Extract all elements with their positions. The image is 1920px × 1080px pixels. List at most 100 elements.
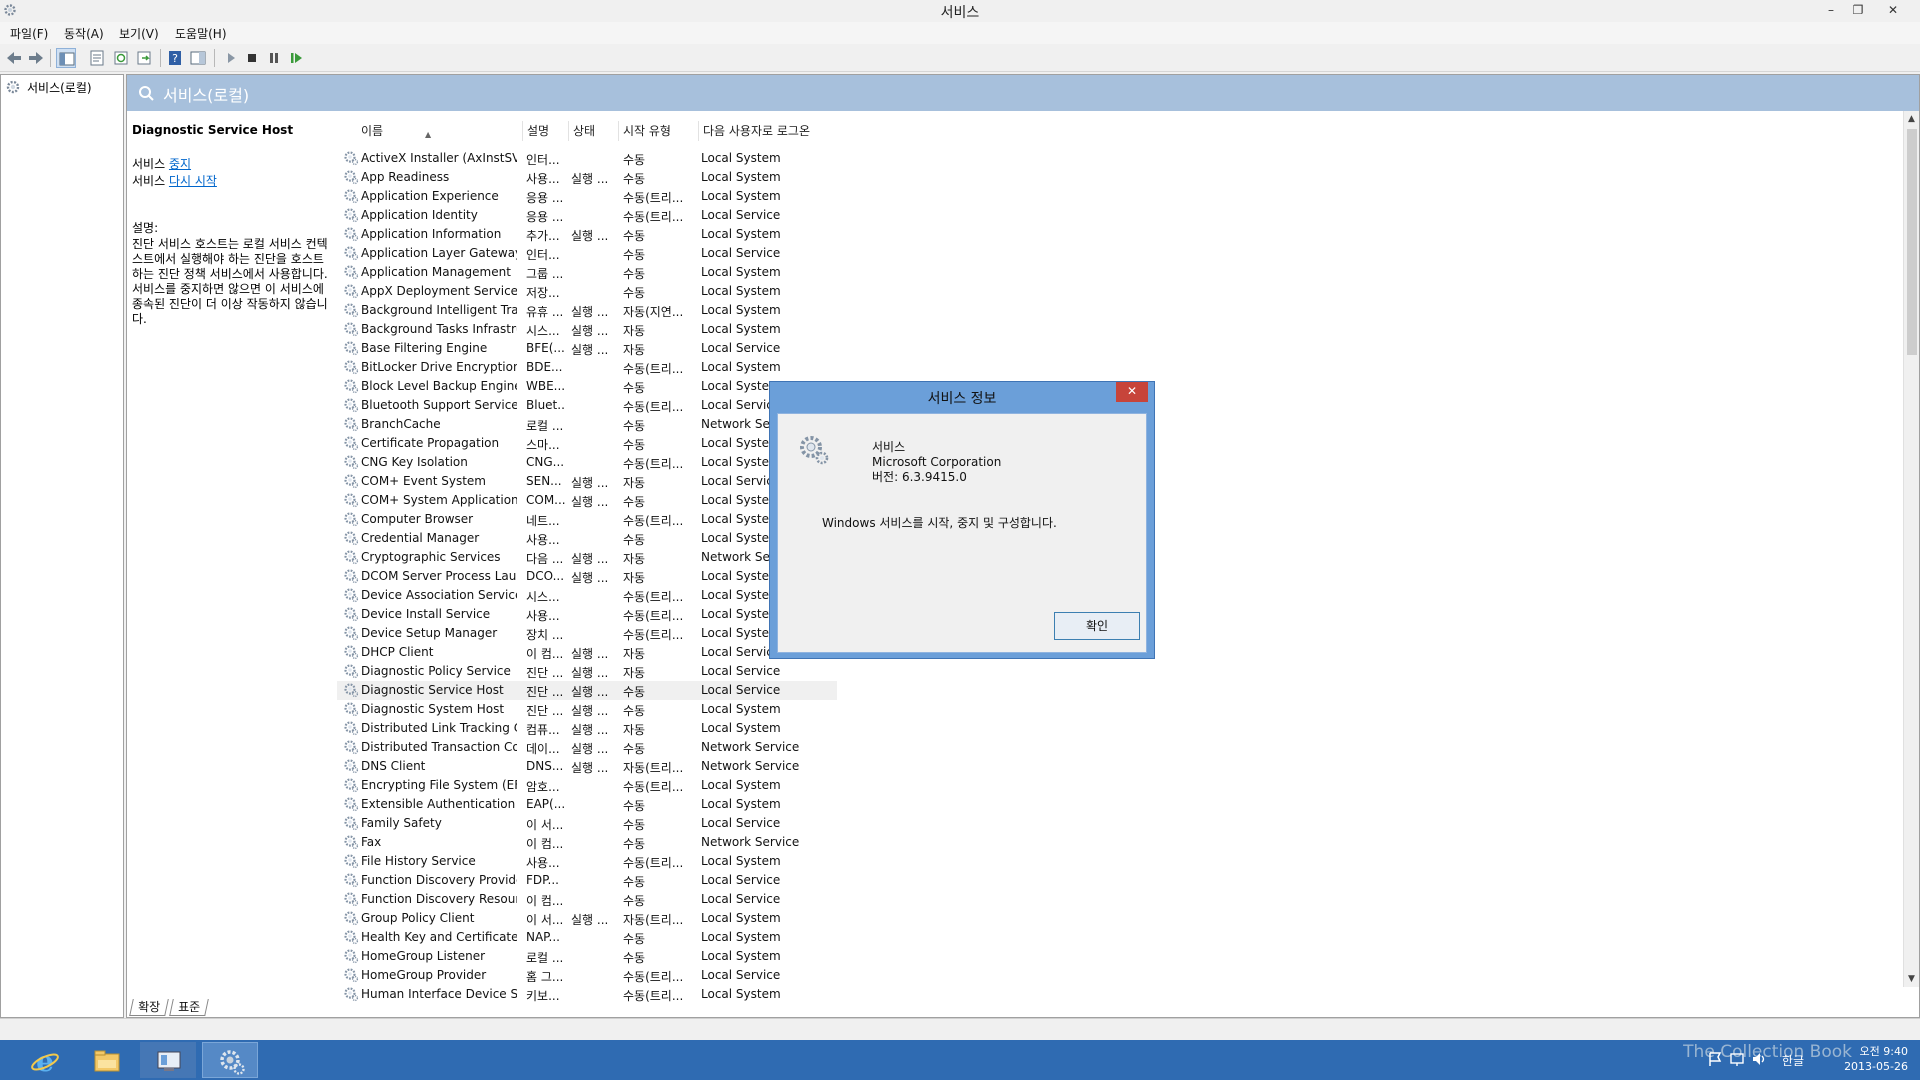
table-row[interactable]: Application Layer Gateway ... 인터... 수동 Loca… bbox=[337, 244, 837, 263]
table-row[interactable]: Bluetooth Support Service Bluet... 수동(트리..… bbox=[337, 396, 837, 415]
table-row[interactable]: ActiveX Installer (AxInstSV) 인터... 수동 Local… bbox=[337, 149, 837, 168]
table-row[interactable]: BranchCache 로컬 ... 수동 Network Service bbox=[337, 415, 837, 434]
table-row[interactable]: HomeGroup Provider 홈 그... 수동(트리... Local Se… bbox=[337, 966, 837, 985]
column-header-startup-type[interactable]: 시작 유형 bbox=[619, 121, 699, 141]
service-gear-icon bbox=[344, 493, 359, 508]
table-row[interactable]: App Readiness 사용... 실행 ... 수동 Local System bbox=[337, 168, 837, 187]
scroll-up-arrow-icon[interactable]: ▲ bbox=[1904, 111, 1919, 127]
service-startup-cell: 자동 bbox=[623, 476, 646, 490]
scroll-down-arrow-icon[interactable]: ▼ bbox=[1904, 971, 1919, 987]
dialog-close-button[interactable]: ✕ bbox=[1116, 382, 1148, 402]
scrollbar-thumb[interactable] bbox=[1907, 129, 1917, 355]
table-row[interactable]: Function Discovery Resour... 이 컴... 수동 Loca… bbox=[337, 890, 837, 909]
table-row[interactable]: Credential Manager 사용... 수동 Local System bbox=[337, 529, 837, 548]
taskbar-file-explorer[interactable] bbox=[78, 1042, 134, 1078]
table-row[interactable]: Block Level Backup Engine ...WBE...수동Loc… bbox=[337, 377, 837, 396]
restart-service-link[interactable]: 다시 시작 bbox=[169, 174, 217, 188]
ime-indicator[interactable]: 한글 bbox=[1782, 1052, 1804, 1069]
table-row[interactable]: File History Service 사용... 수동(트리... Local S… bbox=[337, 852, 837, 871]
table-row[interactable]: COM+ Event System SEN... 실행 ... 자동 Local Ser… bbox=[337, 472, 837, 491]
table-row[interactable]: Application Identity 응용 ... 수동(트리... Local … bbox=[337, 206, 837, 225]
table-row[interactable]: Application Information 추가... 실행 ... 수동 Loca… bbox=[337, 225, 837, 244]
dialog-title-bar[interactable]: 서비스 정보 ✕ bbox=[770, 382, 1154, 412]
ok-button[interactable]: 확인 bbox=[1054, 612, 1140, 640]
tray-flag-icon[interactable] bbox=[1706, 1050, 1724, 1068]
clock[interactable]: 오전 9:40 2013-05-26 bbox=[1844, 1044, 1908, 1074]
taskbar-server-manager[interactable] bbox=[140, 1042, 196, 1078]
close-button[interactable]: ✕ bbox=[1880, 0, 1906, 20]
table-row[interactable]: Encrypting File System (EFS) 암호... 수동(트리..… bbox=[337, 776, 837, 795]
back-arrow-icon[interactable] bbox=[4, 48, 24, 68]
table-row[interactable]: Application Experience 응용 ... 수동(트리... Loca… bbox=[337, 187, 837, 206]
table-row[interactable]: Extensible Authentication P... EAP(... 수동 L… bbox=[337, 795, 837, 814]
table-row[interactable]: Computer Browser 네트... 수동(트리... Local Syste… bbox=[337, 510, 837, 529]
vertical-scrollbar[interactable]: ▲ ▼ bbox=[1903, 111, 1919, 987]
help-icon[interactable]: ? bbox=[165, 48, 185, 68]
table-row[interactable]: HomeGroup Listener 로컬 ... 수동 Local System bbox=[337, 947, 837, 966]
column-header-logon-as[interactable]: 다음 사용자로 로그온 bbox=[699, 121, 825, 141]
restart-service-icon[interactable] bbox=[287, 48, 307, 68]
table-row[interactable]: Function Discovery Provide... FDP... 수동 Loc… bbox=[337, 871, 837, 890]
table-row[interactable]: Distributed Link Tracking C... 컴퓨... 실행 ..… bbox=[337, 719, 837, 738]
table-row[interactable]: BitLocker Drive Encryption ... BDE... 수동(트… bbox=[337, 358, 837, 377]
table-row[interactable]: DCOM Server Process Lau... DCO... 실행 ... 자동… bbox=[337, 567, 837, 586]
table-row[interactable]: COM+ System Application COM... 실행 ... 수동 Loc… bbox=[337, 491, 837, 510]
table-row[interactable]: CNG Key Isolation CNG... 수동(트리... Local Sys… bbox=[337, 453, 837, 472]
table-row[interactable]: Diagnostic Service Host 진단 ... 실행 ... 수동 Loc… bbox=[337, 681, 837, 700]
table-row[interactable]: Device Install Service 사용... 수동(트리... Local… bbox=[337, 605, 837, 624]
table-row[interactable]: Application Management 그룹 ... 수동 Local Syst… bbox=[337, 263, 837, 282]
service-startup-cell: 자동(트리... bbox=[623, 913, 684, 927]
properties-sheet-icon[interactable] bbox=[87, 48, 107, 68]
volume-icon[interactable] bbox=[1750, 1050, 1768, 1068]
service-gear-icon bbox=[344, 949, 359, 964]
table-row[interactable]: Device Association Service 시스... 수동(트리... L… bbox=[337, 586, 837, 605]
forward-arrow-icon[interactable] bbox=[26, 48, 46, 68]
table-row[interactable]: Distributed Transaction Co... 데이... 실행 ...… bbox=[337, 738, 837, 757]
stop-service-icon[interactable] bbox=[242, 48, 262, 68]
table-row[interactable]: Diagnostic System Host 진단 ... 실행 ... 수동 Loca… bbox=[337, 700, 837, 719]
table-row[interactable]: DHCP Client 이 컴... 실행 ... 자동 Local Service bbox=[337, 643, 837, 662]
column-header-description[interactable]: 설명 bbox=[523, 121, 569, 141]
network-icon[interactable] bbox=[1728, 1050, 1746, 1068]
service-logon-cell: Local System bbox=[701, 797, 781, 811]
folder-icon bbox=[94, 1050, 120, 1072]
table-row[interactable]: Background Tasks Infrastru... 시스... 실행 ...… bbox=[337, 320, 837, 339]
export-list-icon[interactable] bbox=[134, 48, 154, 68]
refresh-icon[interactable] bbox=[111, 48, 131, 68]
show-hide-action-pane-icon[interactable] bbox=[188, 48, 208, 68]
table-row[interactable]: Device Setup Manager 장치 ... 수동(트리... Local … bbox=[337, 624, 837, 643]
minimize-button[interactable]: – bbox=[1818, 0, 1844, 20]
table-row[interactable]: Certificate Propagation 스마... 수동 Local Syst… bbox=[337, 434, 837, 453]
menu-file[interactable]: 파일(F) bbox=[10, 25, 48, 42]
column-header-status[interactable]: 상태 bbox=[569, 121, 619, 141]
table-row[interactable]: Cryptographic Services 다음 ... 실행 ... 자동 Netw… bbox=[337, 548, 837, 567]
pause-service-icon[interactable] bbox=[264, 48, 284, 68]
table-row[interactable]: DNS Client DNS... 실행 ... 자동(트리... Network Se… bbox=[337, 757, 837, 776]
service-logon-cell: Local Service bbox=[701, 968, 781, 982]
table-row[interactable]: Fax 이 컴... 수동 Network Service bbox=[337, 833, 837, 852]
table-row[interactable]: AppX Deployment Service ... 저장... 수동 Local … bbox=[337, 282, 837, 301]
table-row[interactable]: Base Filtering Engine BFE(... 실행 ... 자동 Loca… bbox=[337, 339, 837, 358]
table-row[interactable]: Diagnostic Policy Service 진단 ... 실행 ... 자동 L… bbox=[337, 662, 837, 681]
table-row[interactable]: Health Key and Certificate ... NAP... 수동 Lo… bbox=[337, 928, 837, 947]
stop-service-link[interactable]: 중지 bbox=[169, 157, 191, 171]
service-startup-cell: 수동(트리... bbox=[623, 362, 684, 376]
column-header-name[interactable]: 이름 ▲ bbox=[337, 121, 523, 141]
menu-action[interactable]: 동작(A) bbox=[64, 25, 104, 42]
taskbar-services[interactable] bbox=[202, 1042, 258, 1078]
restore-button[interactable]: ❐ bbox=[1845, 0, 1871, 20]
table-row[interactable]: Family Safety 이 서... 수동 Local Service bbox=[337, 814, 837, 833]
dialog-product-name: 서비스 bbox=[872, 440, 906, 454]
taskbar-internet-explorer[interactable]: e bbox=[16, 1042, 72, 1078]
service-description-cell: 이 컴... bbox=[526, 894, 564, 908]
menu-help[interactable]: 도움말(H) bbox=[175, 25, 227, 42]
table-row[interactable]: Group Policy Client 이 서... 실행 ... 자동(트리... L… bbox=[337, 909, 837, 928]
table-row[interactable]: Background Intelligent Tra... 유휴 ... 실행 ..… bbox=[337, 301, 837, 320]
tab-extended[interactable]: 확장 bbox=[129, 999, 169, 1016]
tab-standard[interactable]: 표준 bbox=[169, 999, 209, 1016]
start-service-icon[interactable] bbox=[221, 48, 241, 68]
service-description-cell: 사용... bbox=[526, 856, 560, 870]
console-tree-icon[interactable] bbox=[56, 48, 76, 68]
service-name-cell: Family Safety bbox=[361, 816, 442, 830]
menu-view[interactable]: 보기(V) bbox=[119, 25, 159, 42]
